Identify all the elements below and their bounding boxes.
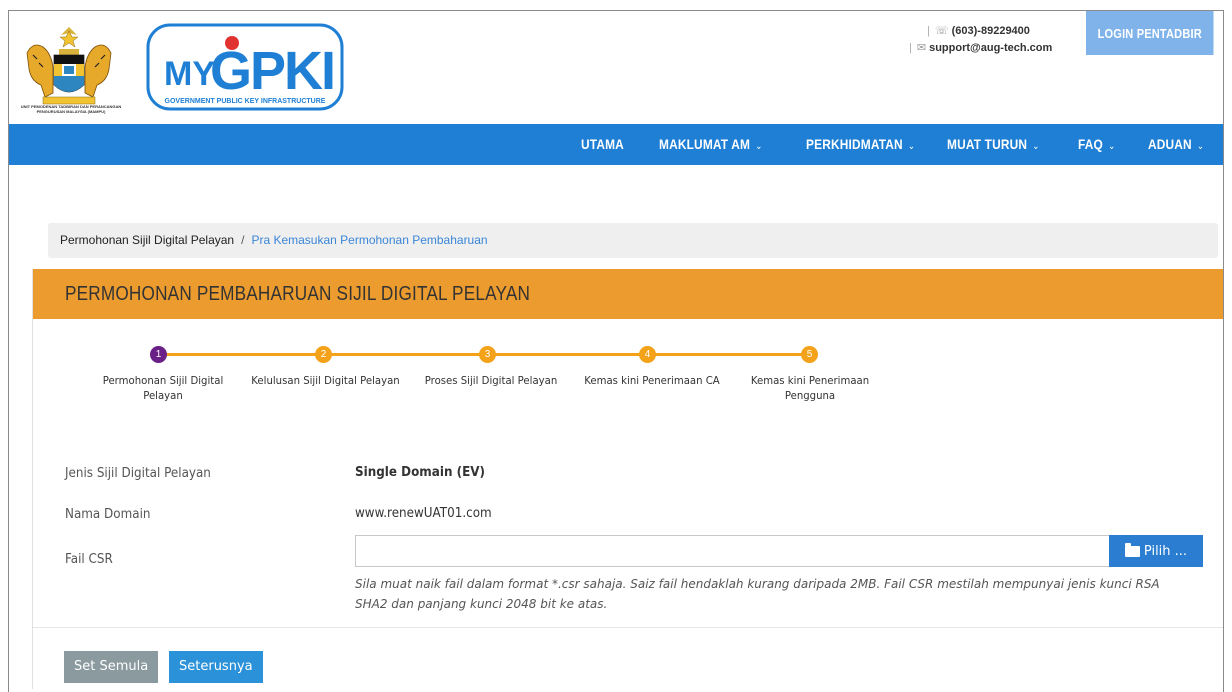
phone-number[interactable]: (603)-89229400 xyxy=(952,25,1030,37)
step-2-label: Kelulusan Sijil Digital Pelayan xyxy=(245,373,406,388)
certificate-type-label: Jenis Sijil Digital Pelayan xyxy=(65,466,211,481)
contact-info: | ☏ (603)-89229400 | ✉ support@aug-tech.com xyxy=(909,25,1053,54)
panel-header: PERMOHONAN PEMBAHARUAN SIJIL DIGITAL PEL… xyxy=(33,269,1223,319)
breadcrumb: Permohonan Sijil Digital Pelayan / Pra Kem… xyxy=(48,223,1218,258)
nav-muat-turun[interactable]: MUAT TURUN ⌄ xyxy=(947,124,1040,165)
nav-faq[interactable]: FAQ ⌄ xyxy=(1078,124,1115,165)
csr-file-label: Fail CSR xyxy=(65,552,113,567)
nav-aduan-label: ADUAN xyxy=(1148,136,1192,152)
breadcrumb-current: Pra Kemasukan Permohonan Pembaharuan xyxy=(251,233,488,247)
step-3-label-line1: Proses Sijil Digital Pelayan xyxy=(424,374,558,387)
login-admin-button[interactable]: LOGIN PENTADBIR xyxy=(1086,11,1214,55)
chevron-down-icon: ⌄ xyxy=(1196,141,1205,152)
step-4-label-line1: Kemas kini Penerimaan CA xyxy=(584,374,720,387)
step-1-marker: 1 xyxy=(150,346,167,363)
csr-help-text: Sila muat naik fail dalam format *.csr s… xyxy=(355,574,1215,614)
step-3-label: Proses Sijil Digital Pelayan xyxy=(417,373,564,388)
chevron-down-icon: ⌄ xyxy=(1032,141,1040,152)
site-header: UNIT PEMODENAN TADBIRAN DAN PERANCANGAN … xyxy=(9,11,1223,124)
nav-faq-label: FAQ xyxy=(1078,136,1103,152)
chevron-down-icon: ⌄ xyxy=(755,141,763,152)
browser-frame: UNIT PEMODENAN TADBIRAN DAN PERANCANGAN … xyxy=(8,10,1224,692)
progress-steps: 1 2 3 4 5 Permohonan Sijil Digital Pelaya… xyxy=(33,335,933,415)
envelope-icon: ✉ xyxy=(916,42,927,54)
csr-help-line2: SHA2 dan panjang kunci 2048 bit ke atas. xyxy=(355,597,608,611)
step-1-label: Permohonan Sijil Digital Pelayan xyxy=(94,373,232,403)
step-4-marker: 4 xyxy=(639,346,656,363)
breadcrumb-parent[interactable]: Permohonan Sijil Digital Pelayan xyxy=(60,233,234,247)
renewal-panel: PERMOHONAN PEMBAHARUAN SIJIL DIGITAL PEL… xyxy=(32,269,1223,689)
step-2-label-line1: Kelulusan Sijil Digital Pelayan xyxy=(251,374,400,387)
step-3-marker: 3 xyxy=(479,346,496,363)
step-5-label-line2: Pengguna xyxy=(784,389,836,402)
logo-tagline: GOVERNMENT PUBLIC KEY INFRASTRUCTURE xyxy=(165,98,326,105)
step-2-marker: 2 xyxy=(315,346,332,363)
step-5-label: Kemas kini Penerimaan Pengguna xyxy=(736,373,883,403)
main-nav: UTAMA MAKLUMAT AM ⌄ PERKHIDMATAN ⌄ MUAT TU… xyxy=(9,124,1223,165)
step-1-label-line2: Pelayan xyxy=(143,389,183,402)
phone-icon: ☏ xyxy=(934,25,949,37)
domain-name-value: www.renewUAT01.com xyxy=(355,506,492,521)
domain-name-label: Nama Domain xyxy=(65,507,151,522)
nav-maklumat-am[interactable]: MAKLUMAT AM ⌄ xyxy=(659,124,763,165)
nav-muat-turun-label: MUAT TURUN xyxy=(947,136,1028,152)
reset-button[interactable]: Set Semula xyxy=(64,651,159,683)
breadcrumb-separator: / xyxy=(241,233,245,247)
step-4-label: Kemas kini Penerimaan CA xyxy=(578,373,725,388)
support-email[interactable]: support@aug-tech.com xyxy=(929,42,1052,54)
certificate-type-value: Single Domain (EV) xyxy=(355,465,485,480)
step-5-marker: 5 xyxy=(801,346,818,363)
logo-my-text: MY xyxy=(164,55,215,93)
next-button[interactable]: Seterusnya xyxy=(169,651,263,683)
nav-aduan[interactable]: ADUAN ⌄ xyxy=(1148,124,1204,165)
csr-file-input[interactable] xyxy=(355,535,1110,567)
step-5-label-line1: Kemas kini Penerimaan xyxy=(750,374,870,387)
mygpki-logo[interactable]: MY GPKI GOVERNMENT PUBLIC KEY INFRASTRUC… xyxy=(146,23,344,111)
choose-file-button[interactable]: Pilih ... xyxy=(1109,535,1203,567)
choose-file-label: Pilih ... xyxy=(1143,543,1188,559)
panel-title: PERMOHONAN PEMBAHARUAN SIJIL DIGITAL PEL… xyxy=(65,283,531,305)
nav-utama[interactable]: UTAMA xyxy=(581,124,624,165)
nav-maklumat-am-label: MAKLUMAT AM xyxy=(659,136,751,152)
logo-gpki-text: GPKI xyxy=(210,41,334,101)
chevron-down-icon: ⌄ xyxy=(1108,141,1116,152)
crest-caption: UNIT PEMODENAN TADBIRAN DAN PERANCANGAN … xyxy=(20,104,122,114)
folder-open-icon xyxy=(1124,542,1140,557)
csr-help-line1: Sila muat naik fail dalam format *.csr s… xyxy=(355,577,1160,591)
nav-utama-label: UTAMA xyxy=(581,136,624,152)
nav-perkhidmatan[interactable]: PERKHIDMATAN ⌄ xyxy=(806,124,915,165)
chevron-down-icon: ⌄ xyxy=(907,141,916,152)
nav-perkhidmatan-label: PERKHIDMATAN xyxy=(806,136,903,152)
step-1-label-line1: Permohonan Sijil Digital xyxy=(102,374,224,387)
form-divider xyxy=(33,627,1223,628)
